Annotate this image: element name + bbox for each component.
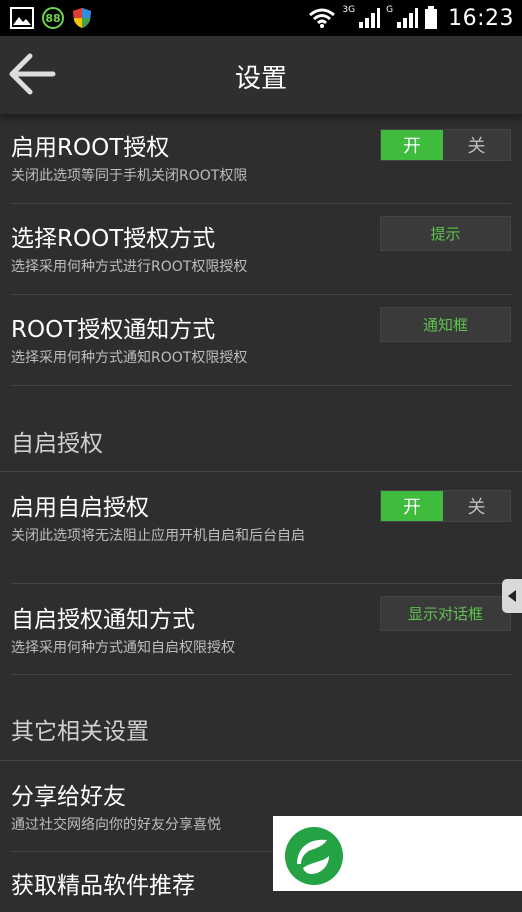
setting-subtitle: 选择采用何种方式通知ROOT权限授权 bbox=[11, 350, 248, 366]
watermark-logo bbox=[273, 816, 522, 891]
root-notify-select[interactable]: 通知框 bbox=[380, 307, 511, 342]
setting-subtitle: 关闭此选项等同于手机关闭ROOT权限 bbox=[11, 168, 248, 184]
autostart-notify-select[interactable]: 显示对话框 bbox=[380, 596, 511, 631]
root-toggle[interactable]: 开 关 bbox=[380, 129, 511, 161]
toggle-off[interactable]: 关 bbox=[443, 130, 510, 160]
toggle-off[interactable]: 关 bbox=[443, 491, 510, 521]
setting-subtitle: 选择采用何种方式进行ROOT权限授权 bbox=[11, 259, 248, 275]
signal-icon bbox=[358, 7, 381, 29]
toggle-on[interactable]: 开 bbox=[381, 491, 443, 521]
chevron-left-icon bbox=[508, 590, 516, 602]
app-header: 设置 bbox=[0, 36, 522, 115]
status-bar: 88 3G G 16:23 bbox=[0, 0, 522, 36]
battery-icon bbox=[424, 6, 438, 30]
setting-autostart-notify[interactable]: 自启授权通知方式 选择采用何种方式通知自启权限授权 显示对话框 bbox=[0, 584, 522, 675]
setting-root-method[interactable]: 选择ROOT授权方式 选择采用何种方式进行ROOT权限授权 提示 bbox=[0, 204, 522, 295]
settings-list: 启用ROOT授权 关闭此选项等同于手机关闭ROOT权限 开 关 选择ROOT授权… bbox=[0, 115, 522, 912]
clock: 16:23 bbox=[448, 5, 514, 31]
setting-title: 分享给好友 bbox=[11, 784, 126, 810]
toggle-on[interactable]: 开 bbox=[381, 130, 443, 160]
section-other: 其它相关设置 bbox=[0, 675, 522, 761]
network-3g-label: 3G bbox=[342, 5, 356, 15]
signal-icon bbox=[396, 7, 419, 29]
section-header: 其它相关设置 bbox=[11, 719, 149, 745]
autostart-toggle[interactable]: 开 关 bbox=[380, 490, 511, 522]
gallery-icon bbox=[10, 7, 34, 29]
floating-side-tab[interactable] bbox=[502, 579, 522, 613]
shield-icon bbox=[72, 7, 92, 29]
setting-subtitle: 选择采用何种方式通知自启权限授权 bbox=[11, 640, 235, 656]
setting-enable-autostart[interactable]: 启用自启授权 关闭此选项将无法阻止应用开机自启和后台自启 开 关 bbox=[0, 472, 522, 584]
security-score-icon: 88 bbox=[42, 7, 64, 29]
root-method-select[interactable]: 提示 bbox=[380, 216, 511, 251]
section-header: 自启授权 bbox=[11, 431, 103, 457]
setting-subtitle: 关闭此选项将无法阻止应用开机自启和后台自启 bbox=[11, 528, 305, 544]
wifi-icon bbox=[308, 7, 336, 29]
leaf-logo-icon bbox=[285, 827, 343, 885]
network-g-label: G bbox=[386, 5, 394, 15]
section-autostart: 自启授权 bbox=[0, 386, 522, 472]
setting-enable-root[interactable]: 启用ROOT授权 关闭此选项等同于手机关闭ROOT权限 开 关 bbox=[0, 115, 522, 204]
setting-root-notify[interactable]: ROOT授权通知方式 选择采用何种方式通知ROOT权限授权 通知框 bbox=[0, 295, 522, 386]
page-title: 设置 bbox=[234, 64, 287, 94]
